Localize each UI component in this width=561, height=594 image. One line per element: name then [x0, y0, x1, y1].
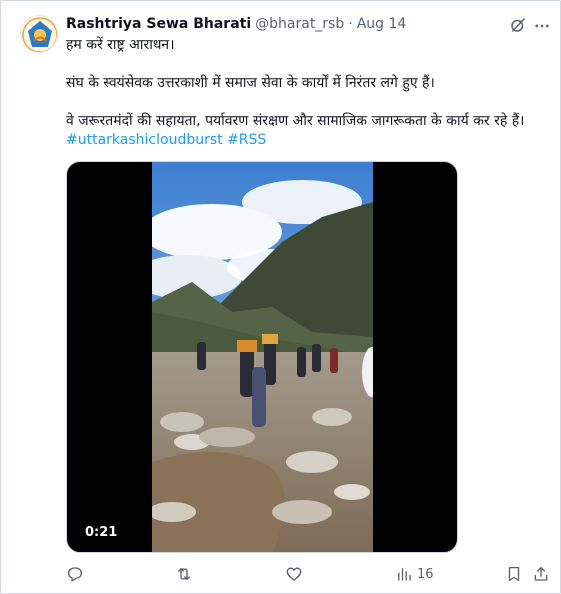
- share-icon: [534, 566, 548, 581]
- repost-button[interactable]: [175, 563, 193, 585]
- video-frame: [152, 162, 373, 552]
- author-name[interactable]: Rashtriya Sewa Bharati: [66, 16, 251, 32]
- sewa-bharati-logo: [22, 17, 57, 52]
- retweet-icon: [178, 568, 190, 580]
- tweet-header: Rashtriya Sewa Bharati @bharat_rsb · Aug…: [66, 14, 406, 34]
- reply-button[interactable]: [66, 563, 84, 585]
- tweet-text-line-3: वे जरूरतमंदों की सहायता, पर्यावरण संरक्ष…: [66, 113, 525, 129]
- separator-dot: ·: [348, 16, 353, 32]
- views-count: 16: [417, 566, 434, 582]
- bookmark-button[interactable]: [505, 563, 523, 585]
- hashtag-rss[interactable]: #RSS: [227, 132, 266, 148]
- video-player[interactable]: 0:21: [66, 161, 458, 553]
- heart-icon: [286, 567, 302, 581]
- author-handle[interactable]: @bharat_rsb: [255, 16, 344, 32]
- share-button[interactable]: [532, 563, 550, 585]
- reply-icon: [67, 567, 83, 582]
- post-date[interactable]: Aug 14: [357, 16, 407, 32]
- grok-icon[interactable]: [509, 16, 527, 34]
- like-button[interactable]: [285, 563, 303, 585]
- action-bar: 16: [1, 563, 561, 585]
- more-icon[interactable]: [533, 17, 551, 35]
- hashtag-row: #uttarkashicloudburst #RSS: [66, 131, 266, 150]
- avatar[interactable]: [20, 15, 58, 53]
- bookmark-icon: [508, 566, 520, 582]
- views-button[interactable]: 16: [395, 563, 434, 585]
- video-duration: 0:21: [79, 523, 124, 542]
- tweet-text-line-2: संघ के स्वयंसेवक उत्तरकाशी में समाज सेवा…: [66, 75, 435, 91]
- tweet-card[interactable]: Rashtriya Sewa Bharati @bharat_rsb · Aug…: [0, 0, 561, 594]
- tweet-text-line-1: हम करें राष्ट्र आराधन।: [66, 37, 175, 53]
- views-icon: [398, 568, 411, 581]
- hashtag-uttarkashicloudburst[interactable]: #uttarkashicloudburst: [66, 132, 223, 148]
